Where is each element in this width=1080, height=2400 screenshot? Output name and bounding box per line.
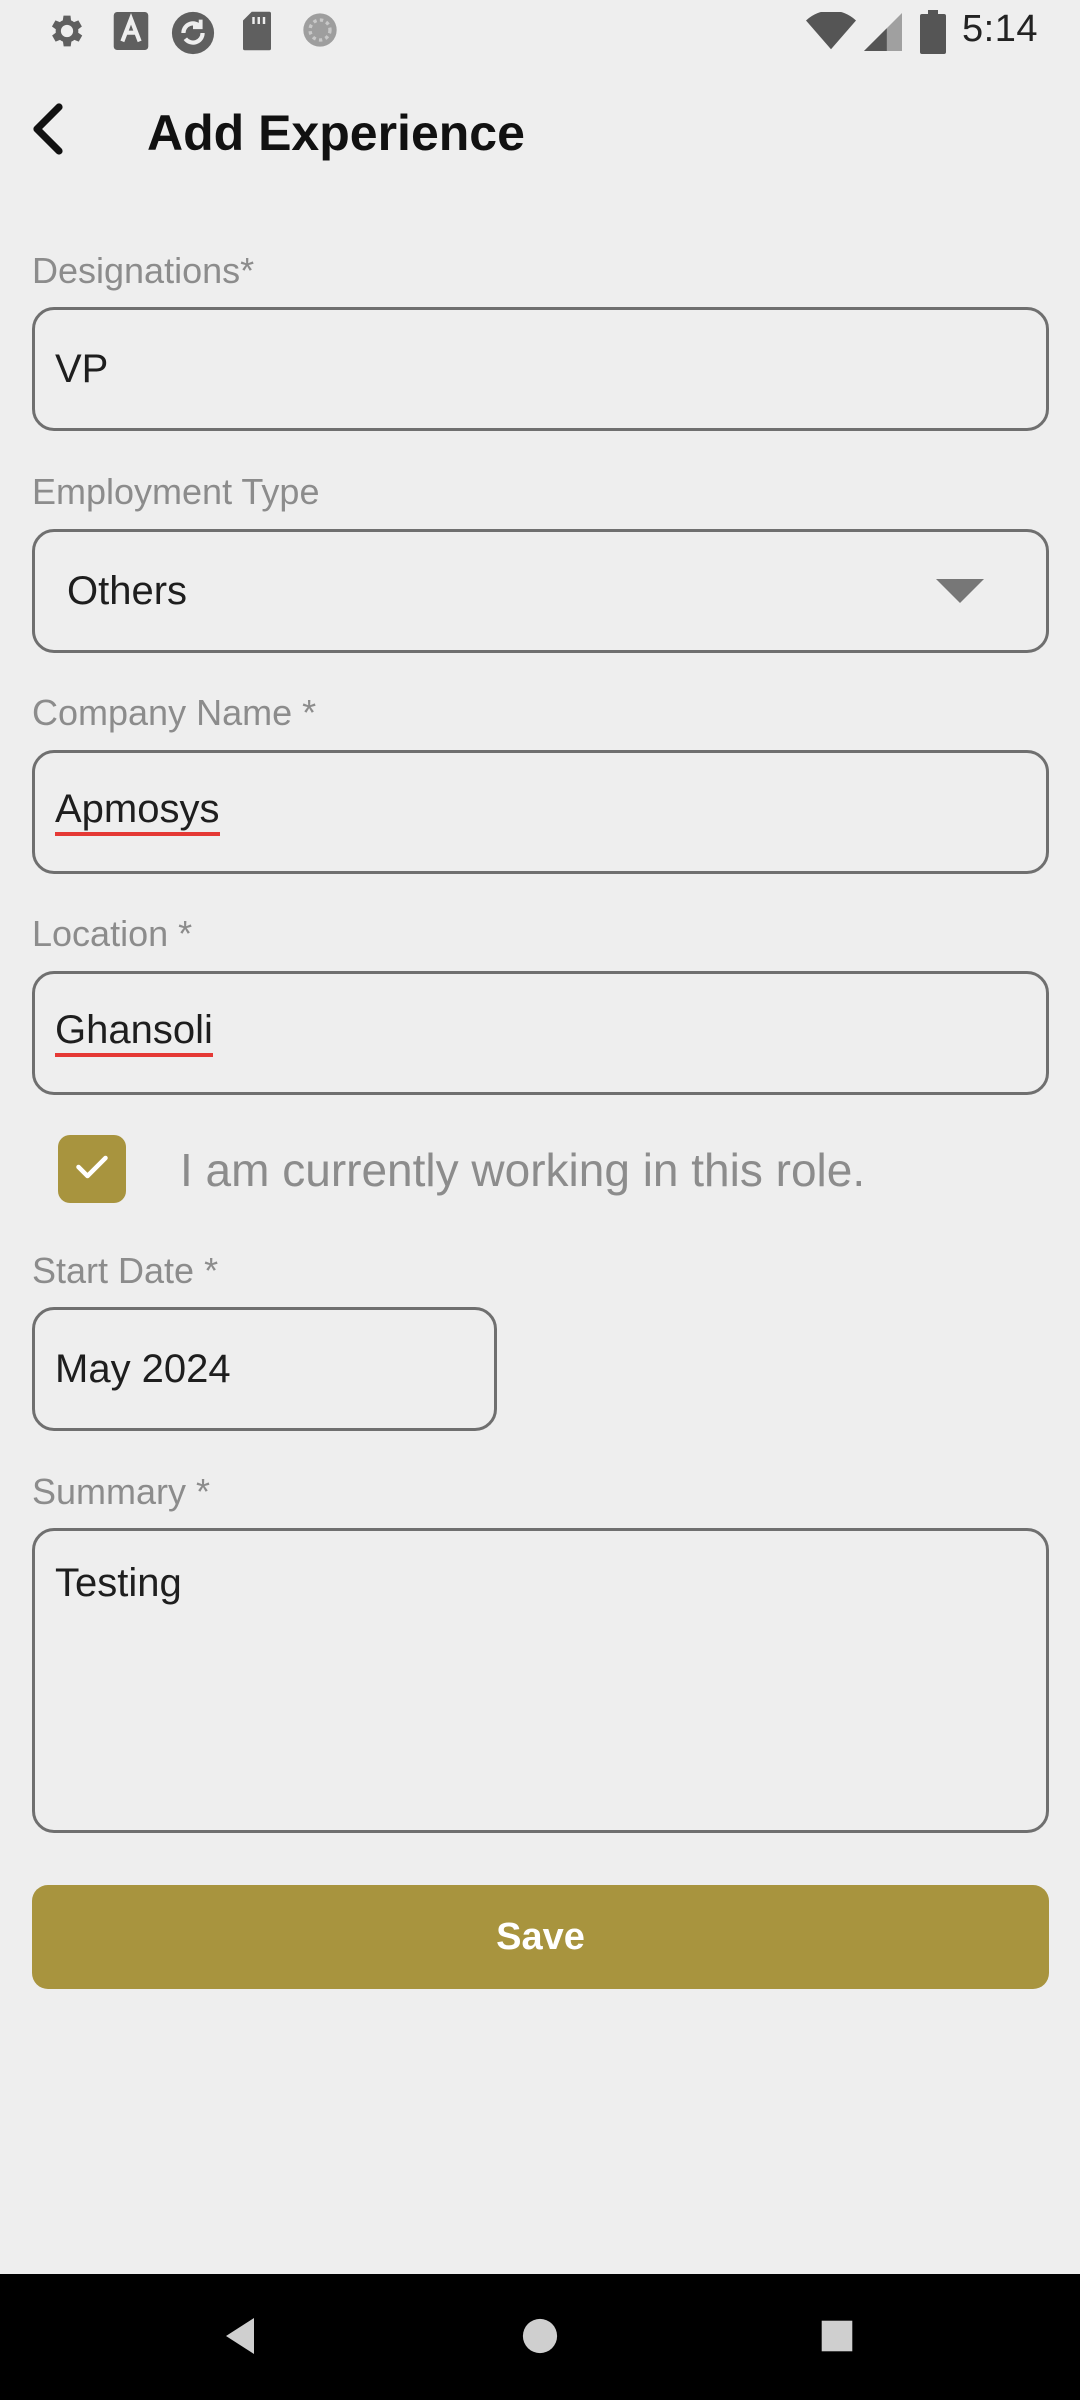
sync-icon	[170, 10, 216, 61]
employment-type-label: Employment Type	[32, 471, 320, 512]
start-date-label: Start Date *	[32, 1250, 219, 1291]
start-date-value: May 2024	[55, 1346, 231, 1391]
save-button[interactable]: Save	[32, 1885, 1049, 1989]
nav-recents-button[interactable]	[807, 2308, 867, 2368]
back-button[interactable]	[14, 96, 84, 166]
cellular-signal-icon	[864, 12, 902, 57]
system-nav-bar	[0, 2274, 1080, 2400]
currently-working-row: I am currently working in this role.	[58, 1135, 1038, 1203]
wifi-icon	[806, 10, 856, 57]
page-title: Add Experience	[147, 105, 525, 161]
loading-icon	[300, 10, 340, 55]
employment-type-value: Others	[67, 568, 188, 613]
designation-input[interactable]: VP	[32, 307, 1049, 431]
settings-icon	[46, 10, 88, 57]
designation-value: VP	[55, 346, 109, 391]
dropdown-arrow-icon	[936, 579, 984, 603]
company-name-value: Apmosys	[55, 788, 220, 836]
summary-label: Summary *	[32, 1471, 211, 1512]
currently-working-checkbox[interactable]	[58, 1135, 126, 1203]
location-label: Location *	[32, 913, 193, 954]
company-name-label: Company Name *	[32, 692, 317, 733]
summary-value: Testing	[55, 1561, 182, 1605]
location-input[interactable]: Ghansoli	[32, 971, 1049, 1095]
status-time: 5:14	[962, 8, 1038, 50]
location-value: Ghansoli	[55, 1009, 213, 1057]
font-icon	[112, 10, 150, 57]
nav-back-button[interactable]	[210, 2308, 270, 2368]
nav-home-icon	[521, 2317, 559, 2360]
check-icon	[74, 1152, 110, 1187]
start-date-input[interactable]: May 2024	[32, 1307, 497, 1431]
status-bar: 5:14	[0, 0, 1080, 64]
sd-card-icon	[240, 10, 274, 57]
designation-label: Designations*	[32, 250, 255, 291]
battery-icon	[920, 10, 946, 59]
arrow-back-icon	[29, 102, 69, 160]
company-name-input[interactable]: Apmosys	[32, 750, 1049, 874]
nav-recents-icon	[820, 2319, 854, 2358]
employment-type-dropdown[interactable]: Others	[32, 529, 1049, 653]
nav-back-icon	[222, 2316, 258, 2361]
currently-working-label: I am currently working in this role.	[180, 1144, 866, 1196]
nav-home-button[interactable]	[510, 2308, 570, 2368]
app-bar: Add Experience	[0, 64, 1080, 204]
summary-textarea[interactable]: Testing	[32, 1528, 1049, 1833]
